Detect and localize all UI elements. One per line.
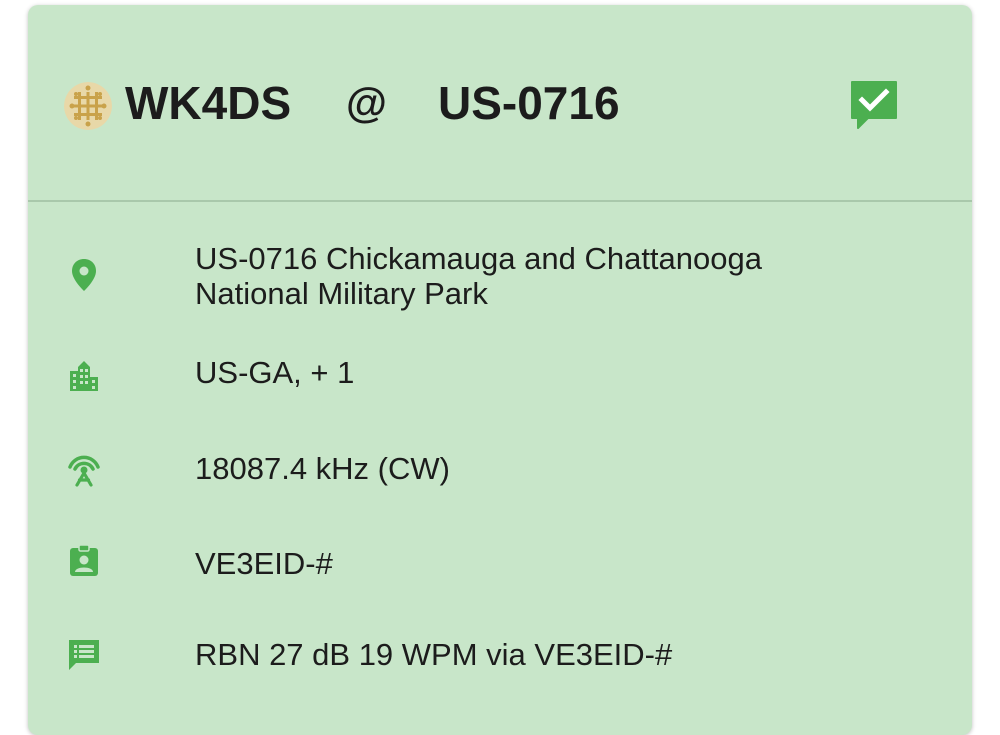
avatar-pattern-icon (64, 82, 112, 130)
spotter-text[interactable]: VE3EID-# (195, 546, 333, 582)
location-row: US-GA, + 1 (28, 355, 972, 395)
contact-badge-icon (64, 542, 104, 582)
park-name-line1: US-0716 Chickamauga and Chattanooga (195, 241, 762, 276)
avatar (64, 82, 112, 130)
comment-row: RBN 27 dB 19 WPM via VE3EID-# (28, 635, 972, 675)
check-comment-icon[interactable] (848, 78, 900, 130)
park-row: US-0716 Chickamauga and Chattanooga Nati… (28, 241, 972, 321)
city-building-icon (64, 357, 104, 397)
comment-text: RBN 27 dB 19 WPM via VE3EID-# (195, 637, 673, 672)
spot-header: WK4DS @ US-0716 (28, 5, 972, 200)
frequency-text: 18087.4 kHz (CW) (195, 451, 450, 486)
activator-callsign[interactable]: WK4DS (125, 75, 291, 131)
location-pin-icon (64, 255, 104, 295)
frequency-row: 18087.4 kHz (CW) (28, 449, 972, 489)
antenna-icon (64, 449, 104, 489)
park-reference[interactable]: US-0716 (438, 75, 620, 131)
location-text: US-GA, + 1 (195, 355, 355, 390)
spot-card[interactable]: WK4DS @ US-0716 US-0716 Chickamauga and … (28, 5, 972, 735)
header-divider (28, 200, 972, 202)
spotter-row: VE3EID-# (28, 542, 972, 582)
park-name-line2: National Military Park (195, 276, 488, 311)
at-symbol: @ (346, 79, 387, 126)
message-list-icon (64, 635, 104, 675)
